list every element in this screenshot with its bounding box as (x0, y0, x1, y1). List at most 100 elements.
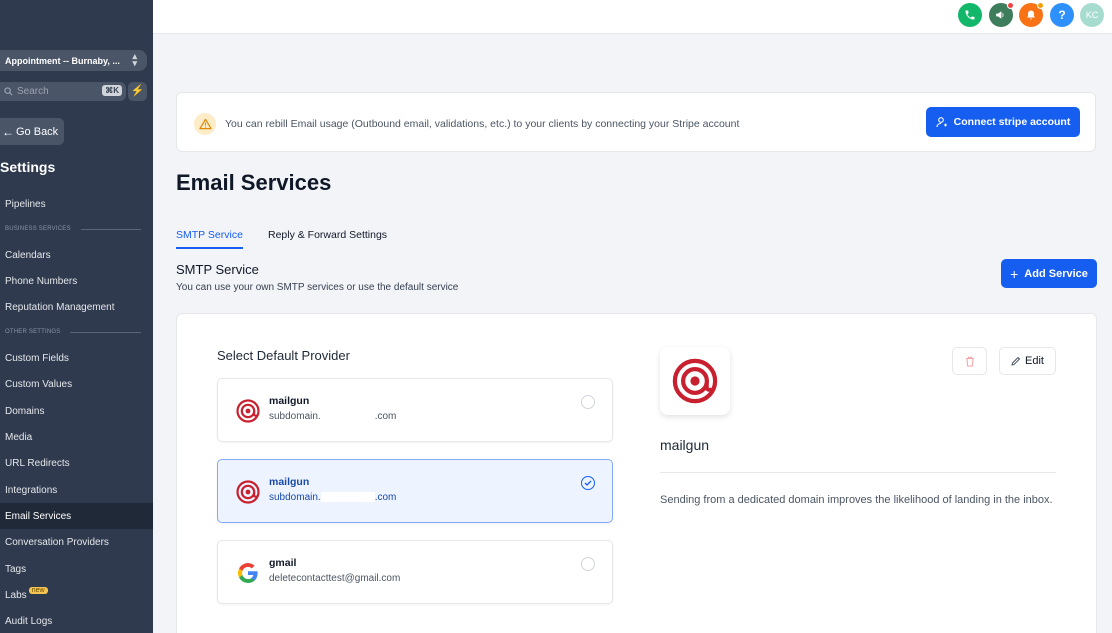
sidebar-item-label: Conversation Providers (5, 536, 109, 548)
megaphone-icon[interactable] (989, 2, 1014, 27)
sidebar-item-custom-fields[interactable]: Custom Fields (0, 345, 153, 371)
connect-stripe-label: Connect stripe account (953, 116, 1071, 128)
page-title: Email Services (176, 170, 332, 195)
add-service-label: Add Service (1024, 267, 1088, 280)
sidebar-item-domains[interactable]: Domains (0, 398, 153, 424)
redacted-domain (320, 411, 375, 422)
detail-provider-logo (660, 347, 730, 415)
section-label: BUSINESS SERVICES (5, 226, 71, 232)
sidebar-item-label: Custom Fields (5, 352, 69, 364)
go-back-button[interactable]: ← Go Back (0, 118, 64, 145)
connect-stripe-button[interactable]: Connect stripe account (926, 107, 1080, 137)
go-back-label: Go Back (16, 125, 59, 138)
sidebar-item-label: Audit Logs (5, 615, 53, 627)
sidebar-item-custom-values[interactable]: Custom Values (0, 371, 153, 397)
sidebar-item-label: Email Services (5, 510, 72, 522)
bell-icon[interactable] (1019, 2, 1044, 27)
section-other-settings: OTHER SETTINGS (5, 329, 141, 335)
provider-option[interactable]: gmail deletecontacttest@gmail.com (217, 540, 613, 604)
stripe-rebill-banner: You can rebill Email usage (Outbound ema… (176, 92, 1096, 152)
sidebar-item-label: Calendars (5, 249, 51, 261)
divider (660, 472, 1056, 473)
divider (80, 228, 141, 230)
sidebar-item-media[interactable]: Media (0, 424, 153, 450)
sidebar-item-pipelines[interactable]: Pipelines (0, 191, 153, 217)
help-icon[interactable]: ? (1050, 3, 1074, 27)
checkmark-icon (584, 480, 592, 486)
notification-dot (1037, 2, 1044, 9)
new-badge: new (28, 586, 48, 594)
domain-prefix: subdomain. (269, 492, 321, 503)
provider-name: mailgun (269, 395, 310, 407)
sidebar-item-label: Reputation Management (5, 301, 115, 313)
location-switcher[interactable]: Appointment -- Burnaby, ... ▴ ▾ (0, 50, 147, 71)
add-service-button[interactable]: + Add Service (1001, 259, 1097, 288)
sidebar-item-audit-logs[interactable]: Audit Logs (0, 608, 153, 633)
phone-icon[interactable] (958, 3, 982, 27)
warning-icon (194, 113, 216, 135)
plus-icon: + (1010, 265, 1019, 282)
provider-radio-checked[interactable] (581, 476, 595, 490)
sidebar-item-label: Domains (5, 405, 45, 417)
mailgun-logo-icon (236, 480, 260, 504)
domain-suffix: .com (374, 411, 397, 422)
search-shortcut: ⌘K (102, 85, 122, 96)
location-name: Appointment -- Burnaby, ... (5, 55, 120, 66)
sidebar-item-reputation[interactable]: Reputation Management (0, 294, 153, 320)
provider-radio[interactable] (581, 395, 595, 409)
provider-email: deletecontacttest@gmail.com (269, 573, 401, 584)
sidebar-item-label: Custom Values (5, 378, 73, 390)
tab-reply-forward-settings[interactable]: Reply & Forward Settings (268, 229, 387, 241)
pencil-icon (1011, 356, 1021, 366)
settings-title: Settings (0, 159, 56, 175)
sidebar-item-label: Phone Numbers (5, 275, 78, 287)
sidebar-item-email-services[interactable]: Email Services (0, 503, 153, 529)
topbar: ? KC (153, 0, 1112, 34)
sidebar-item-label: Tags (5, 563, 27, 575)
sidebar-item-label: Labs (5, 589, 27, 601)
provider-name: gmail (269, 557, 297, 569)
sidebar-item-calendars[interactable]: Calendars (0, 242, 153, 268)
provider-option[interactable]: mailgun subdomain. .com (217, 378, 613, 442)
sidebar-item-label: Integrations (5, 484, 58, 496)
detail-description: Sending from a dedicated domain improves… (660, 494, 1053, 506)
redacted-domain (320, 492, 375, 503)
provider-option-selected[interactable]: mailgun subdomain. .com (217, 459, 613, 523)
provider-radio[interactable] (581, 557, 595, 571)
active-tab-indicator (176, 247, 243, 249)
sidebar-item-labs[interactable]: Labs new (0, 582, 153, 608)
section-business-services: BUSINESS SERVICES (5, 226, 141, 232)
tab-smtp-service[interactable]: SMTP Service (176, 229, 243, 241)
help-label: ? (1058, 8, 1066, 22)
quick-action-bolt-icon[interactable]: ⚡ (128, 82, 147, 101)
sidebar-item-url-redirects[interactable]: URL Redirects (0, 450, 153, 476)
sidebar-item-tags[interactable]: Tags (0, 556, 153, 582)
arrow-left-icon: ← (2, 124, 14, 139)
provider-domain: deletecontacttest@gmail.com (269, 573, 400, 584)
delete-button[interactable] (952, 347, 987, 375)
detail-provider-name: mailgun (660, 437, 710, 453)
sidebar-item-label: Media (5, 431, 33, 443)
select-provider-title: Select Default Provider (217, 348, 350, 363)
search-input[interactable]: Search ⌘K (0, 82, 126, 101)
banner-text: You can rebill Email usage (Outbound ema… (225, 118, 740, 130)
sidebar-item-conversation-providers[interactable]: Conversation Providers (0, 529, 153, 555)
mailgun-logo-icon (236, 399, 260, 423)
section-subtitle: You can use your own SMTP services or us… (176, 282, 459, 293)
edit-label: Edit (1025, 355, 1044, 367)
provider-name: mailgun (269, 476, 310, 488)
sidebar-item-label: URL Redirects (5, 457, 70, 469)
search-placeholder: Search (17, 86, 49, 97)
section-title: SMTP Service (176, 262, 259, 277)
sidebar-item-integrations[interactable]: Integrations (0, 477, 153, 503)
sidebar-item-label: Pipelines (5, 198, 46, 210)
mailgun-logo-icon (672, 358, 718, 404)
edit-button[interactable]: Edit (999, 347, 1056, 375)
user-link-icon (936, 117, 947, 128)
notification-dot (1007, 2, 1014, 9)
chevron-updown-icon: ▴ ▾ (132, 51, 137, 68)
avatar[interactable]: KC (1080, 3, 1104, 27)
trash-icon (965, 356, 974, 366)
provider-domain: subdomain. .com (269, 492, 396, 503)
sidebar-item-phone-numbers[interactable]: Phone Numbers (0, 268, 153, 294)
